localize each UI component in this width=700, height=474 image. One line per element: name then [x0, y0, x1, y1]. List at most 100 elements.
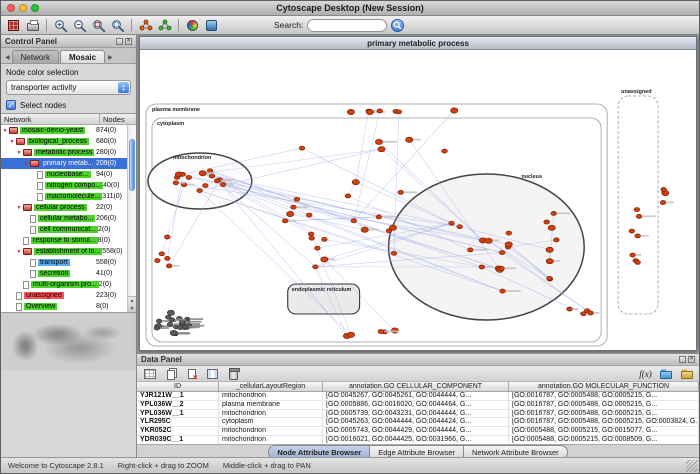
- svg-text:unassigned: unassigned: [621, 89, 651, 95]
- search-input[interactable]: [307, 19, 387, 32]
- tree-column-network[interactable]: Network: [1, 114, 100, 124]
- page-icon: [30, 270, 36, 278]
- folder-icon: [9, 127, 18, 134]
- formula-builder-icon[interactable]: f(x): [638, 367, 653, 381]
- window-titlebar[interactable]: Cytoscape Desktop (New Session): [1, 1, 699, 16]
- node-color-select[interactable]: transporter activity ▲▼: [6, 80, 131, 95]
- tree-row[interactable]: response to stimul...8(0): [1, 235, 136, 246]
- column-header[interactable]: ID: [137, 382, 219, 391]
- search-button[interactable]: [391, 19, 404, 32]
- tree-column-nodes[interactable]: Nodes: [100, 114, 136, 124]
- expander-icon[interactable]: ▼: [15, 150, 23, 156]
- tree-row[interactable]: ▼primary metab...209(0): [1, 158, 136, 169]
- table-cell: mitochondrion: [219, 392, 323, 400]
- tree-row[interactable]: macromolecule...311(0): [1, 191, 136, 202]
- delete-row-icon[interactable]: [225, 366, 242, 382]
- tree-row[interactable]: Overview8(0): [1, 301, 136, 312]
- tab-network-attribute-browser[interactable]: Network Attribute Browser: [464, 445, 568, 457]
- float-data-panel-button[interactable]: [679, 356, 686, 363]
- open-session-icon[interactable]: [5, 17, 22, 33]
- tree-row[interactable]: ▼metabolic process280(0): [1, 147, 136, 158]
- network-manager-icon[interactable]: [156, 17, 173, 33]
- table-row[interactable]: YPL036W__1mitochondrion[GO:0005739, GO:0…: [137, 410, 699, 419]
- tree-row[interactable]: cellular metabo...206(0): [1, 213, 136, 224]
- close-window-button[interactable]: [7, 4, 15, 12]
- close-panel-button[interactable]: ×: [125, 38, 132, 45]
- network-canvas[interactable]: plasma membranecytoplasmmitochondrionnuc…: [140, 50, 696, 350]
- tree-row-count: 680(0): [96, 138, 126, 145]
- table-row[interactable]: YPL036W__2plasma membrane[GO:0005886, GO…: [137, 401, 699, 410]
- table-cell: [GO:0016787, GO:0005488, GO:0005215, G..…: [509, 410, 699, 418]
- network-graph[interactable]: plasma membranecytoplasmmitochondrionnuc…: [140, 50, 696, 350]
- minimize-window-button[interactable]: [19, 4, 27, 12]
- print-icon[interactable]: [24, 17, 41, 33]
- new-network-icon[interactable]: [137, 17, 154, 33]
- tree-row[interactable]: ▼mosaic-demo-yeast874(0): [1, 125, 136, 136]
- page-icon: [16, 303, 22, 311]
- select-nodes-label: Select nodes: [20, 101, 66, 110]
- import-attributes-icon[interactable]: [657, 366, 674, 382]
- table-cell: [GO:0045263, GO:0044444, GO:0044424, G..…: [323, 418, 509, 426]
- tree-row[interactable]: transport558(0): [1, 257, 136, 268]
- page-icon: [30, 215, 36, 223]
- tree-row[interactable]: secretion41(0): [1, 268, 136, 279]
- expander-icon[interactable]: ▼: [15, 249, 23, 255]
- scrollbar-arrows-icon[interactable]: ▲▼: [128, 296, 136, 312]
- expander-icon[interactable]: ▼: [8, 139, 16, 145]
- control-panel: Control Panel × ◀ NetworkMosaic ▶ Node c…: [1, 35, 137, 457]
- resize-grip[interactable]: [686, 460, 698, 472]
- zoom-out-icon[interactable]: [71, 17, 88, 33]
- window-controls: [7, 4, 39, 12]
- scrollbar-thumb[interactable]: [129, 139, 135, 191]
- table-row[interactable]: YJR121W__1mitochondrion[GO:0045267, GO:0…: [137, 392, 699, 401]
- tree-row[interactable]: cell communicat...2(0): [1, 224, 136, 235]
- tree-scrollbar[interactable]: ▲▼: [127, 125, 136, 312]
- search-icon: [393, 21, 402, 30]
- tree-row[interactable]: nucleobase...94(0): [1, 169, 136, 180]
- open-attributes-icon[interactable]: [678, 366, 695, 382]
- table-row[interactable]: YKR052Cmitochondrion[GO:0005743, GO:0044…: [137, 427, 699, 436]
- zoom-selected-icon[interactable]: [90, 17, 107, 33]
- table-cell: [GO:0005488, GO:0005215, GO:0015077, G..…: [509, 427, 699, 435]
- tree-row[interactable]: ▼establishment of lo...558(0): [1, 246, 136, 257]
- tree-row[interactable]: unassigned223(0): [1, 290, 136, 301]
- table-cell: [GO:0005488, GO:0005215, GO:0008509, G..…: [509, 436, 699, 444]
- tab-scroll-right-icon[interactable]: ▶: [106, 54, 115, 63]
- zoom-window-button[interactable]: [31, 4, 39, 12]
- zoom-in-icon[interactable]: [52, 17, 69, 33]
- create-attribute-icon[interactable]: [162, 366, 179, 382]
- tree-row[interactable]: multi-organism pro...2(0): [1, 279, 136, 290]
- column-header[interactable]: annotation.GO MOLECULAR_FUNCTION: [509, 382, 699, 391]
- column-header[interactable]: annotation.GO CELLULAR_COMPONENT: [323, 382, 509, 391]
- tab-network[interactable]: Network: [12, 50, 59, 63]
- select-nodes-checkbox[interactable]: ✓: [6, 100, 16, 110]
- delete-attribute-icon[interactable]: [183, 366, 200, 382]
- table-cell: [GO:0016787, GO:0005488, GO:0005215, G..…: [509, 392, 699, 400]
- tree-row[interactable]: ▼cellular process22(0): [1, 202, 136, 213]
- zoom-fit-icon[interactable]: [109, 17, 126, 33]
- tab-edge-attribute-browser[interactable]: Edge Attribute Browser: [370, 445, 464, 457]
- float-panel-button[interactable]: [116, 38, 123, 45]
- network-overview-thumbnail[interactable]: [1, 312, 136, 370]
- tab-node-attribute-browser[interactable]: Node Attribute Browser: [268, 445, 370, 457]
- column-header[interactable]: _cellularLayoutRegion: [219, 382, 323, 391]
- table-row[interactable]: YDR039C__1mitochondrion[GO:0016021, GO:0…: [137, 436, 699, 445]
- select-attributes-icon[interactable]: [141, 366, 158, 382]
- table-row[interactable]: YLR295Ccytoplasm[GO:0045263, GO:0044444,…: [137, 418, 699, 427]
- expander-icon[interactable]: ▼: [22, 161, 30, 167]
- tree-row-label: secretion: [38, 270, 70, 277]
- tree-row[interactable]: ▼biological_process680(0): [1, 136, 136, 147]
- network-window-title[interactable]: primary metabolic process: [140, 37, 696, 50]
- network-desktop: primary metabolic process plasma membran…: [137, 35, 699, 353]
- tree-row[interactable]: nitrogen compo...40(0): [1, 180, 136, 191]
- expander-icon[interactable]: ▼: [1, 128, 9, 134]
- tree-row-label: mosaic-demo-yeast: [20, 127, 85, 134]
- close-data-panel-button[interactable]: ×: [688, 356, 695, 363]
- tab-scroll-left-icon[interactable]: ◀: [3, 54, 12, 63]
- tab-mosaic[interactable]: Mosaic: [60, 50, 105, 63]
- expander-icon[interactable]: ▼: [15, 205, 23, 211]
- tree-row-count: 209(0): [96, 160, 126, 167]
- vizmapper-icon[interactable]: [184, 17, 201, 33]
- attribute-columns-icon[interactable]: [204, 366, 221, 382]
- plugin-manager-icon[interactable]: [203, 17, 220, 33]
